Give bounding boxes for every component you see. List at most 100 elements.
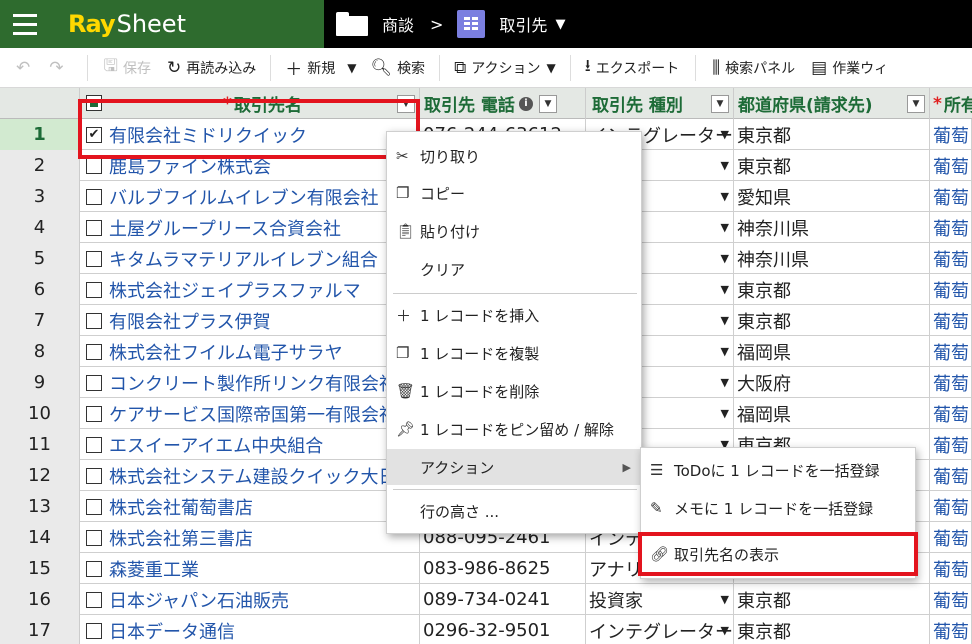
cell-account-name[interactable]: バルブフイルムイレブン有限会社 <box>106 181 420 212</box>
cell-prefecture[interactable]: 神奈川県 <box>734 212 930 243</box>
row-checkbox[interactable] <box>86 189 102 205</box>
cell-owner[interactable]: 葡萄 <box>930 460 972 491</box>
row-number[interactable]: 2 <box>0 150 80 181</box>
dropdown-icon[interactable]: ▼ <box>907 94 925 113</box>
dropdown-icon[interactable]: ▼ <box>721 128 729 141</box>
row-number[interactable]: 17 <box>0 615 80 644</box>
cell-owner[interactable]: 葡萄 <box>930 336 972 367</box>
cell-account-name[interactable]: コンクリート製作所リンク有限会社 <box>106 367 420 398</box>
cell-owner[interactable]: 葡萄 <box>930 243 972 274</box>
row-number[interactable]: 14 <box>0 522 80 553</box>
cell-phone[interactable]: 089-734-0241 <box>420 584 586 615</box>
save-button[interactable]: 🖫 保存 <box>104 48 151 88</box>
cell-owner[interactable]: 葡萄 <box>930 584 972 615</box>
submenu-item-todo[interactable]: ☰ ToDoに 1 レコードを一括登録 <box>641 452 917 488</box>
cell-account-name[interactable]: 日本データ通信 <box>106 615 420 644</box>
row-number[interactable]: 11 <box>0 429 80 460</box>
cell-account-name[interactable]: 有限会社プラス伊賀 <box>106 305 420 336</box>
header-tel[interactable]: 取引先 電話 i ▼ <box>424 88 586 119</box>
breadcrumb-caret-icon[interactable]: ▼ <box>555 17 565 32</box>
cell-prefecture[interactable]: 東京都 <box>734 305 930 336</box>
breadcrumb-module[interactable]: 商談 <box>382 12 414 36</box>
row-checkbox[interactable] <box>86 158 102 174</box>
search-button[interactable]: 🔍︎ 検索 <box>370 48 425 88</box>
menu-item-delete[interactable]: 🗑︎ 1 レコードを削除 <box>387 373 643 409</box>
cell-phone[interactable]: 0296-32-9501 <box>420 615 586 644</box>
row-checkbox[interactable] <box>86 592 102 608</box>
dropdown-icon[interactable]: ▼ <box>721 624 729 637</box>
row-checkbox[interactable] <box>86 561 102 577</box>
row-checkbox[interactable] <box>86 251 102 267</box>
row-number[interactable]: 4 <box>0 212 80 243</box>
cell-owner[interactable]: 葡萄 <box>930 119 972 150</box>
cell-prefecture[interactable]: 福岡県 <box>734 336 930 367</box>
dropdown-icon[interactable]: ▼ <box>721 221 729 234</box>
row-number[interactable]: 10 <box>0 398 80 429</box>
row-checkbox[interactable] <box>86 499 102 515</box>
cell-owner[interactable]: 葡萄 <box>930 553 972 584</box>
work-button[interactable]: ▤ 作業ウィ <box>811 48 888 88</box>
cell-prefecture[interactable]: 大阪府 <box>734 367 930 398</box>
undo-button[interactable]: ↶ <box>16 48 35 88</box>
cell-account-name[interactable]: 株式会社葡萄書店 <box>106 491 420 522</box>
cell-owner[interactable]: 葡萄 <box>930 150 972 181</box>
new-caret-icon[interactable]: ▼ <box>347 61 356 75</box>
cell-account-name[interactable]: エスイーアイエム中央組合 <box>106 429 420 460</box>
menu-item-paste[interactable]: 📋︎ 貼り付け <box>387 213 643 249</box>
cell-account-name[interactable]: 森菱重工業 <box>106 553 420 584</box>
cell-prefecture[interactable]: 東京都 <box>734 119 930 150</box>
dropdown-icon[interactable]: ▼ <box>538 94 557 113</box>
cell-phone[interactable]: 083-986-8625 <box>420 553 586 584</box>
cell-prefecture[interactable]: 東京都 <box>734 584 930 615</box>
cell-account-name[interactable]: 株式会社第三書店 <box>106 522 420 553</box>
cell-owner[interactable]: 葡萄 <box>930 367 972 398</box>
menu-item-insert[interactable]: ＋ 1 レコードを挿入 <box>387 297 643 333</box>
row-number[interactable]: 5 <box>0 243 80 274</box>
cell-owner[interactable]: 葡萄 <box>930 429 972 460</box>
header-owner[interactable]: * 所有 <box>933 88 972 119</box>
action-button[interactable]: ⧉ アクション ▼ <box>454 48 556 88</box>
menu-item-row-height[interactable]: 行の高さ ... <box>387 493 643 529</box>
row-number[interactable]: 12 <box>0 460 80 491</box>
cell-type[interactable]: 投資家 ▼ <box>586 584 734 615</box>
info-icon[interactable]: i <box>518 96 533 111</box>
export-button[interactable]: ⭳ エクスポート <box>585 48 680 88</box>
row-checkbox[interactable] <box>86 313 102 329</box>
header-type[interactable]: 取引先 種別 ▼ <box>592 88 734 119</box>
row-checkbox[interactable] <box>86 220 102 236</box>
menu-item-cut[interactable]: ✂ 切り取り <box>387 138 643 174</box>
row-checkbox[interactable] <box>86 437 102 453</box>
cell-account-name[interactable]: 株式会社ジェイプラスファルマ <box>106 274 420 305</box>
menu-item-clear[interactable]: クリア <box>387 251 643 287</box>
cell-owner[interactable]: 葡萄 <box>930 274 972 305</box>
dropdown-icon[interactable]: ▼ <box>721 252 729 265</box>
menu-item-copy[interactable]: ❐ コピー <box>387 175 643 211</box>
dropdown-icon[interactable]: ▼ <box>721 314 729 327</box>
cell-owner[interactable]: 葡萄 <box>930 212 972 243</box>
cell-owner[interactable]: 葡萄 <box>930 398 972 429</box>
row-number[interactable]: 6 <box>0 274 80 305</box>
dropdown-icon[interactable]: ▼ <box>721 593 729 606</box>
cell-account-name[interactable]: ケアサービス国際帝国第一有限会社 <box>106 398 420 429</box>
row-number[interactable]: 1 <box>0 119 80 150</box>
dropdown-icon[interactable]: ▼ <box>721 283 729 296</box>
row-number[interactable]: 13 <box>0 491 80 522</box>
table-row[interactable]: 17 日本データ通信 0296-32-9501 インテグレーター ▼ 東京都 葡萄 <box>0 615 972 644</box>
row-number[interactable]: 9 <box>0 367 80 398</box>
cell-owner[interactable]: 葡萄 <box>930 491 972 522</box>
cell-prefecture[interactable]: 東京都 <box>734 274 930 305</box>
cell-account-name[interactable]: 日本ジャパン石油販売 <box>106 584 420 615</box>
hamburger-menu-icon[interactable] <box>0 0 50 48</box>
new-button[interactable]: ＋新規 ▼ <box>285 48 356 88</box>
cell-account-name[interactable]: 土屋グループリース合資会社 <box>106 212 420 243</box>
menu-item-pin[interactable]: 📌︎ 1 レコードをピン留め / 解除 <box>387 411 643 447</box>
cell-prefecture[interactable]: 神奈川県 <box>734 243 930 274</box>
row-checkbox[interactable] <box>86 282 102 298</box>
redo-button[interactable]: ↷ <box>49 48 68 88</box>
dropdown-icon[interactable]: ▼ <box>721 190 729 203</box>
dropdown-icon[interactable]: ▼ <box>721 345 729 358</box>
search-panel-button[interactable]: ⫼ 検索パネル <box>712 48 795 88</box>
dropdown-icon[interactable]: ▼ <box>711 94 729 113</box>
row-checkbox[interactable] <box>86 344 102 360</box>
row-checkbox[interactable] <box>86 375 102 391</box>
